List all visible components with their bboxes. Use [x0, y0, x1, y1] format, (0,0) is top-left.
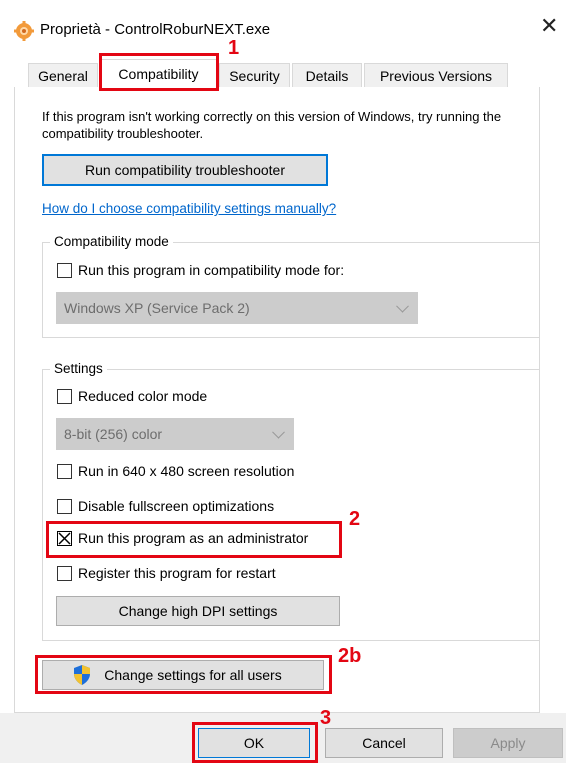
settings-legend: Settings [50, 361, 107, 377]
highlight-compatibility-tab [99, 53, 219, 91]
compat-mode-label: Run this program in compatibility mode f… [78, 262, 345, 278]
res-640-checkbox[interactable] [57, 464, 72, 479]
tab-previous-versions[interactable]: Previous Versions [364, 63, 508, 87]
intro-text: If this program isn't working correctly … [42, 109, 502, 141]
annotation-step-3: 3 [320, 707, 332, 729]
fullscreen-opt-checkbox[interactable] [57, 499, 72, 514]
res-640-label: Run in 640 x 480 screen resolution [78, 463, 295, 479]
tab-general[interactable]: General [28, 63, 98, 87]
cancel-button[interactable]: Cancel [325, 728, 443, 758]
reduced-color-checkbox[interactable] [57, 389, 72, 404]
highlight-ok-button [192, 722, 318, 763]
compat-mode-legend: Compatibility mode [50, 234, 173, 250]
change-dpi-button[interactable]: Change high DPI settings [56, 596, 340, 626]
register-restart-label: Register this program for restart [78, 565, 276, 581]
apply-button[interactable]: Apply [453, 728, 563, 758]
manual-settings-link[interactable]: How do I choose compatibility settings m… [42, 200, 336, 218]
highlight-all-users [35, 655, 332, 694]
register-restart-checkbox[interactable] [57, 566, 72, 581]
fullscreen-opt-label: Disable fullscreen optimizations [78, 498, 275, 514]
highlight-run-as-admin [46, 521, 342, 558]
color-depth-select[interactable]: 8-bit (256) color [56, 418, 294, 450]
run-troubleshooter-button[interactable]: Run compatibility troubleshooter [42, 154, 328, 186]
tab-security[interactable]: Security [219, 63, 290, 87]
os-version-value: Windows XP (Service Pack 2) [64, 300, 250, 316]
os-version-select[interactable]: Windows XP (Service Pack 2) [56, 292, 418, 324]
chevron-down-icon [396, 299, 409, 313]
close-icon[interactable]: ✕ [540, 14, 558, 38]
gear-app-icon [14, 21, 34, 41]
annotation-step-1: 1 [228, 37, 240, 59]
annotation-step-2: 2 [349, 508, 361, 530]
chevron-down-icon [272, 425, 285, 439]
tab-details[interactable]: Details [292, 63, 362, 87]
compat-mode-checkbox[interactable] [57, 263, 72, 278]
reduced-color-label: Reduced color mode [78, 388, 208, 404]
color-depth-value: 8-bit (256) color [64, 426, 163, 442]
annotation-step-2b: 2b [338, 645, 362, 667]
